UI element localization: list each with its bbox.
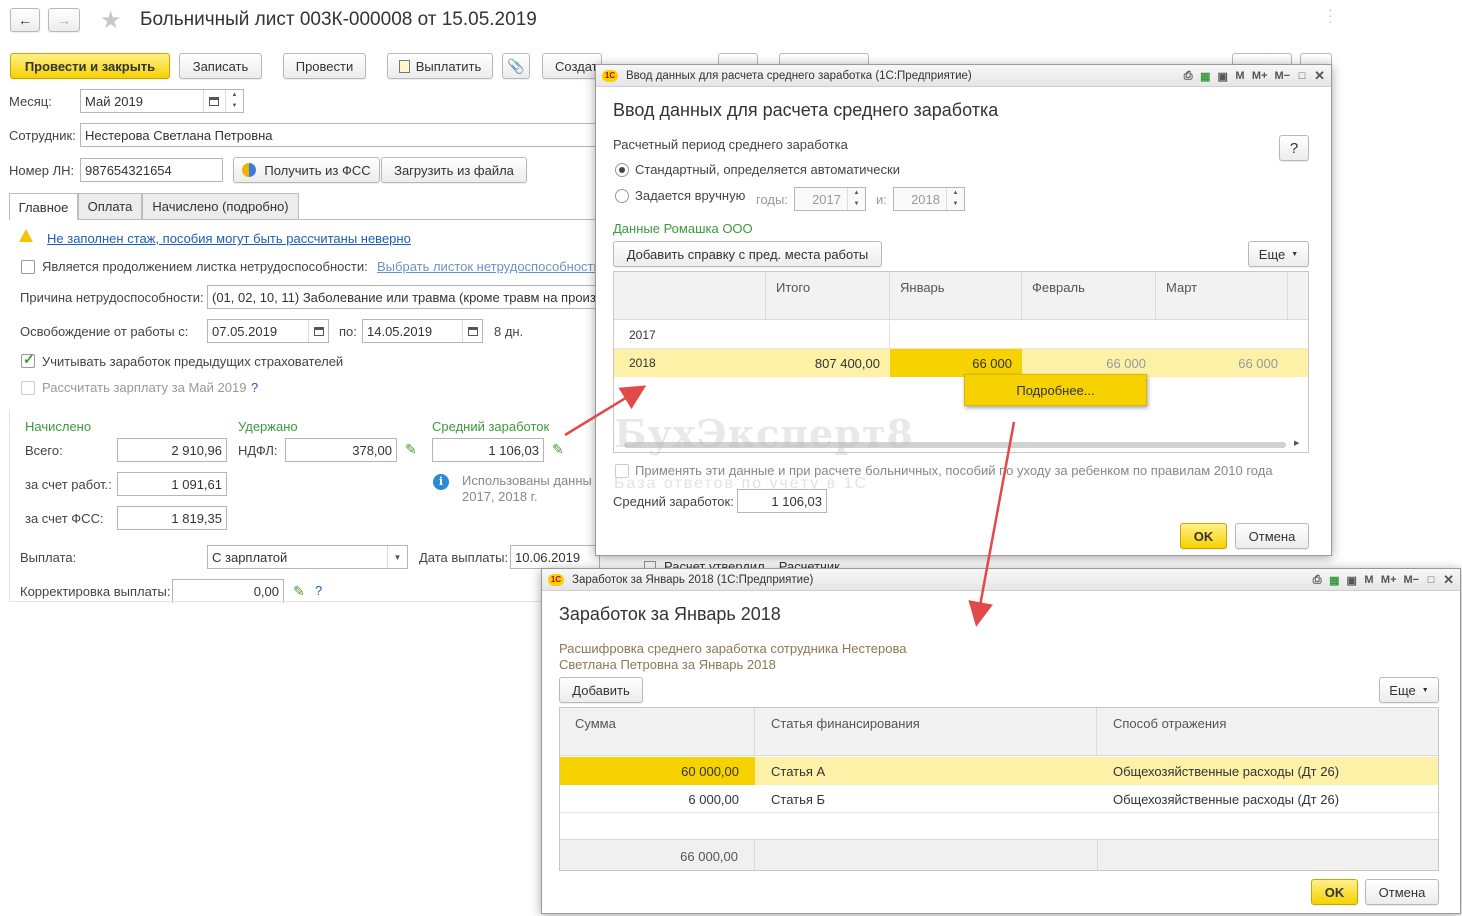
arrow-to-grid (564, 385, 647, 437)
arrow-to-details (968, 421, 1016, 627)
annotation-arrows (564, 385, 1016, 627)
